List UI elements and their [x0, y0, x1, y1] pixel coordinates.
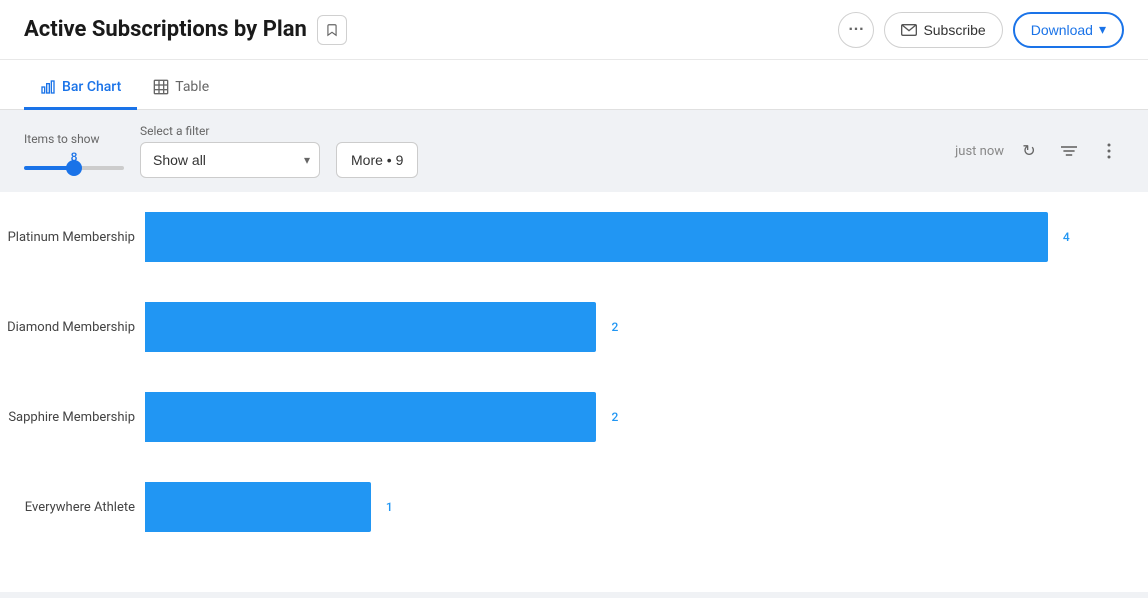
tabs-bar: Bar Chart Table	[0, 60, 1148, 110]
items-label: Items to show	[24, 132, 124, 146]
header-right: ··· Subscribe Download ▾	[838, 12, 1124, 48]
bar-label: Diamond Membership	[0, 320, 145, 335]
refresh-button[interactable]: ↻	[1014, 136, 1044, 166]
bar: 2	[145, 392, 596, 442]
items-slider[interactable]	[24, 166, 124, 170]
bar-value: 2	[612, 410, 619, 424]
page-title: Active Subscriptions by Plan	[24, 17, 307, 42]
items-to-show-control: Items to show 8	[24, 132, 124, 170]
filter-group: Select a filter Show all ▾	[140, 124, 320, 178]
table-icon	[153, 79, 169, 95]
refresh-icon: ↻	[1022, 141, 1035, 161]
bar-container: 4	[145, 212, 1148, 262]
filter-select[interactable]: Show all	[140, 142, 320, 178]
chart-row: Diamond Membership2	[0, 302, 1148, 352]
bar-container: 1	[145, 482, 1148, 532]
chart-row: Platinum Membership4	[0, 212, 1148, 262]
chart-row: Sapphire Membership2	[0, 392, 1148, 442]
bar-label: Everywhere Athlete	[0, 500, 145, 515]
mail-icon	[901, 24, 917, 36]
download-button[interactable]: Download ▾	[1013, 12, 1124, 48]
chart-row: Everywhere Athlete1	[0, 482, 1148, 532]
bar: 2	[145, 302, 596, 352]
bar-value: 2	[612, 320, 619, 334]
controls-bar: Items to show 8 Select a filter Show all…	[0, 110, 1148, 192]
filter-select-wrapper: Show all ▾	[140, 142, 320, 178]
bar-label: Sapphire Membership	[0, 410, 145, 425]
more-options-button[interactable]: ···	[838, 12, 874, 48]
bookmark-button[interactable]	[317, 15, 347, 45]
subscribe-button[interactable]: Subscribe	[884, 12, 1002, 48]
bar-container: 2	[145, 302, 1148, 352]
header: Active Subscriptions by Plan ··· Subscri…	[0, 0, 1148, 60]
timestamp: just now	[955, 144, 1004, 159]
controls-right: just now ↻	[955, 136, 1124, 166]
chevron-down-icon: ▾	[1099, 21, 1106, 38]
bar: 4	[145, 212, 1048, 262]
ellipsis-vertical-icon	[1107, 143, 1111, 159]
bar-container: 2	[145, 392, 1148, 442]
bar-chart-icon	[40, 79, 56, 95]
tab-table-label: Table	[175, 79, 209, 95]
filter-options-button[interactable]	[1054, 136, 1084, 166]
bar-label: Platinum Membership	[0, 230, 145, 245]
filter-icon	[1061, 144, 1077, 158]
tab-bar-chart[interactable]: Bar Chart	[24, 67, 137, 110]
bar-value: 1	[386, 500, 393, 514]
header-left: Active Subscriptions by Plan	[24, 15, 347, 45]
bar-value: 4	[1063, 230, 1070, 244]
slider-container: 8	[24, 150, 124, 170]
filter-label: Select a filter	[140, 124, 320, 138]
chart-area: Platinum Membership4Diamond Membership2S…	[0, 192, 1148, 592]
tab-table[interactable]: Table	[137, 67, 225, 110]
vertical-more-button[interactable]	[1094, 136, 1124, 166]
bar: 1	[145, 482, 371, 532]
more-filters-button[interactable]: More • 9	[336, 142, 418, 178]
tab-bar-chart-label: Bar Chart	[62, 79, 121, 95]
